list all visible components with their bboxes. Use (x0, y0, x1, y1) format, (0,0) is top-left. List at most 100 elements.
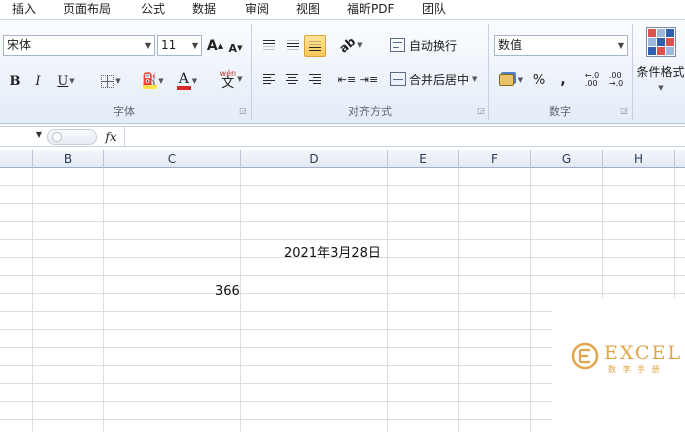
align-left-button[interactable] (258, 68, 280, 90)
italic-button[interactable]: I (29, 70, 47, 92)
column-gridline (32, 168, 33, 432)
formula-input[interactable] (124, 127, 685, 146)
column-gridline (387, 168, 388, 432)
align-center-button[interactable] (281, 68, 303, 90)
formula-bar: ▼ fx (0, 126, 685, 147)
column-gridline (240, 168, 241, 432)
align-bottom-icon (309, 41, 321, 51)
shrink-font-button[interactable]: A ▼ (227, 37, 244, 59)
font-color-icon: A (176, 72, 191, 90)
column-header-f[interactable]: F (459, 150, 531, 168)
column-header-g[interactable]: G (531, 150, 603, 168)
currency-icon (498, 74, 514, 86)
shrink-font-icon: A (228, 41, 238, 55)
align-bottom-button[interactable] (304, 35, 326, 57)
font-group-label: 字体 (113, 105, 135, 118)
font-name-value: 宋体 (7, 38, 32, 52)
formula-bar-splitter[interactable] (47, 129, 97, 145)
font-size-value: 11 (161, 38, 177, 52)
watermark-subtitle: 数 李 手 册 (608, 365, 662, 374)
increase-decimal-button[interactable]: ←.0.00 (582, 69, 602, 91)
tab-team[interactable]: 团队 (422, 1, 446, 19)
merge-center-label: 合并后居中 (409, 72, 470, 87)
grow-font-button[interactable]: A ▲ (206, 35, 224, 57)
underline-icon: U (57, 73, 69, 89)
conditional-formatting-button[interactable]: 条件格式 ▼ (636, 24, 685, 100)
align-top-button[interactable] (258, 34, 280, 56)
decrease-decimal-icon: .00 →.0 (608, 71, 624, 88)
comma-style-button[interactable]: , (555, 69, 571, 91)
font-size-select[interactable]: 11 ▼ (157, 35, 202, 56)
column-header-d[interactable]: D (241, 150, 388, 168)
orientation-button[interactable]: ab ▼ (336, 34, 366, 56)
align-center-icon (286, 74, 298, 84)
alignment-group-label: 对齐方式 (348, 105, 392, 118)
underline-button[interactable]: U ▼ (52, 70, 80, 92)
column-header-c[interactable]: C (104, 150, 241, 168)
wrap-text-button[interactable]: 自动换行 (390, 34, 460, 56)
decrease-decimal-button[interactable]: .00 →.0 (605, 69, 627, 91)
font-color-button[interactable]: A ▼ (172, 70, 202, 92)
column-header-b[interactable]: B (33, 150, 104, 168)
align-middle-button[interactable] (282, 34, 304, 56)
number-group-label: 数字 (549, 105, 571, 118)
phonetic-guide-button[interactable]: wén 文 ▼ (214, 68, 248, 90)
ribbon: 宋体 ▼ 11 ▼ A ▲ A ▼ B I U ▼ ▼ ⛽ ▼ A ▼ wén 文 ▼ 字… (0, 20, 685, 124)
conditional-formatting-label: 条件格式 (636, 65, 685, 79)
text-orientation-icon: ab (336, 34, 359, 56)
cell-c-value[interactable]: 366 (215, 284, 240, 299)
conditional-formatting-icon (645, 27, 676, 57)
column-header-h[interactable]: H (603, 150, 675, 168)
fill-color-button[interactable]: ⛽ ▼ (138, 70, 168, 92)
tab-foxit-pdf[interactable]: 福昕PDF (347, 1, 394, 19)
chevron-down-icon: ▼ (35, 130, 42, 139)
excel-watermark-logo: EXCEL 数 李 手 册 (552, 298, 685, 432)
alignment-dialog-launcher-icon[interactable]: ◲ (476, 106, 486, 116)
increase-indent-button[interactable]: ⇥≡ (359, 68, 379, 90)
chevron-down-icon: ▼ (617, 41, 624, 50)
merge-center-button[interactable]: 合并后居中 ▼ (390, 68, 484, 90)
column-gridline (103, 168, 104, 432)
borders-icon (101, 74, 115, 88)
group-divider (632, 24, 633, 120)
increase-indent-icon: ⇥≡ (359, 72, 379, 86)
chevron-down-icon: ▼ (144, 41, 151, 50)
decrease-indent-icon: ⇤≡ (337, 72, 357, 86)
watermark-brand: EXCEL (604, 342, 683, 364)
column-gridline (458, 168, 459, 432)
chevron-down-icon: ▼ (191, 41, 198, 50)
fx-icon: fx (105, 130, 117, 144)
tab-review[interactable]: 审阅 (245, 1, 269, 19)
tab-formulas[interactable]: 公式 (141, 1, 165, 19)
number-format-value: 数值 (498, 38, 523, 52)
bold-button[interactable]: B (6, 70, 24, 92)
align-top-icon (263, 40, 275, 50)
column-headers: B C D E F G H (0, 150, 685, 168)
tab-insert[interactable]: 插入 (12, 1, 36, 19)
decrease-indent-button[interactable]: ⇤≡ (337, 68, 357, 90)
font-dialog-launcher-icon[interactable]: ◲ (238, 106, 248, 116)
align-left-icon (263, 74, 275, 84)
percent-style-button[interactable]: % (530, 69, 548, 91)
wrap-text-icon (390, 38, 405, 52)
borders-button[interactable]: ▼ (96, 70, 126, 92)
increase-decimal-icon: ←.0.00 (584, 71, 600, 88)
cell-d-date[interactable]: 2021年3月28日 (284, 242, 381, 261)
font-name-select[interactable]: 宋体 ▼ (3, 35, 155, 56)
paint-bucket-icon: ⛽ (142, 73, 157, 89)
select-all-corner[interactable] (0, 150, 33, 168)
tab-page-layout[interactable]: 页面布局 (63, 1, 111, 19)
number-format-select[interactable]: 数值 ▼ (494, 35, 628, 56)
grow-font-icon: A (206, 38, 218, 54)
column-header-e[interactable]: E (388, 150, 459, 168)
align-middle-icon (287, 40, 299, 50)
align-right-button[interactable] (304, 68, 326, 90)
merge-center-icon (390, 72, 406, 86)
number-dialog-launcher-icon[interactable]: ◲ (619, 106, 629, 116)
tab-view[interactable]: 视图 (296, 1, 320, 19)
name-box[interactable]: ▼ (0, 129, 44, 145)
accounting-format-button[interactable]: ▼ (496, 69, 526, 91)
ribbon-tabs: 插入 页面布局 公式 数据 审阅 视图 福昕PDF 团队 (0, 0, 685, 20)
tab-data[interactable]: 数据 (192, 1, 216, 19)
insert-function-button[interactable]: fx (100, 128, 122, 146)
